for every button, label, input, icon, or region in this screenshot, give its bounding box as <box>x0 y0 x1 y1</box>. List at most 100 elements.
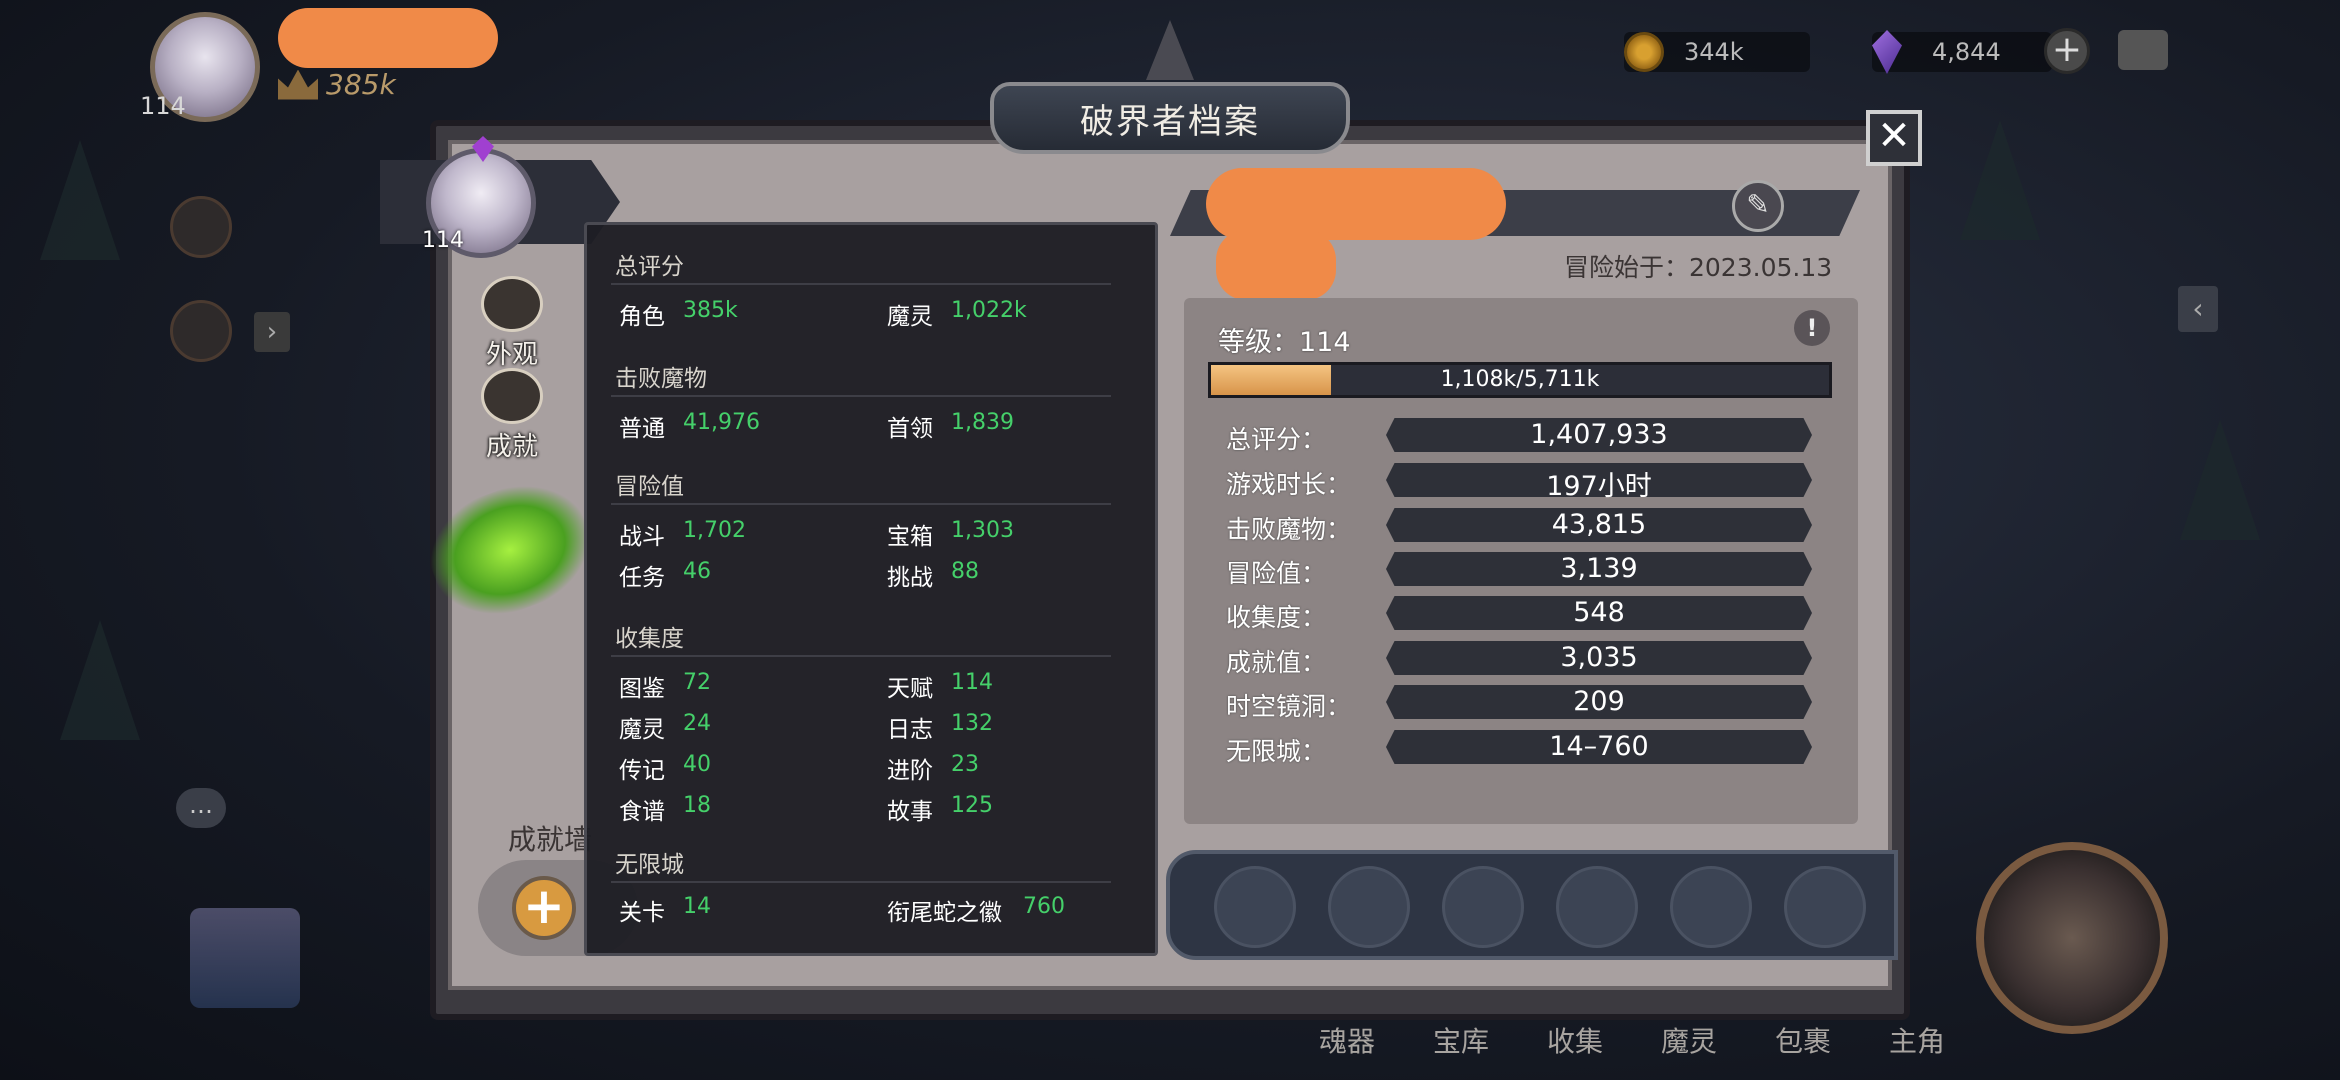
stat-row-value: 43,815 <box>1551 509 1647 540</box>
stat-row-label: 成就值： <box>1226 648 1327 677</box>
section-title: 击败魔物 <box>615 366 707 392</box>
stat-row-value: 3,139 <box>1560 553 1638 584</box>
gem-resource: 4,844 <box>1872 30 2052 74</box>
stat-label: 宝箱 <box>887 524 933 550</box>
player-level: 114 <box>140 92 186 120</box>
stat-label: 角色 <box>619 304 665 330</box>
compass-icon[interactable] <box>1976 842 2168 1034</box>
tab-appearance[interactable]: 外观 <box>472 276 552 371</box>
nav-hero[interactable]: 主角 <box>1860 1020 1974 1060</box>
edit-quill-icon[interactable]: ✎ <box>1732 180 1784 232</box>
stat-label: 魔灵 <box>887 304 933 330</box>
stat-row-value: 209 <box>1573 686 1625 717</box>
add-gems-button[interactable]: + <box>2044 28 2090 74</box>
nav-spirits[interactable]: 魔灵 <box>1632 1020 1746 1060</box>
gem-icon <box>1872 30 1902 74</box>
stat-value: 1,022k <box>951 298 1027 323</box>
gem-amount: 4,844 <box>1932 38 2001 66</box>
stat-value: 385k <box>683 298 738 323</box>
section-title: 收集度 <box>615 626 684 652</box>
stat-label: 普通 <box>619 416 665 442</box>
stat-label: 日志 <box>887 717 933 743</box>
background-tree <box>60 620 140 740</box>
treasure-chest-icon[interactable] <box>190 908 300 1008</box>
stat-value: 1,702 <box>683 518 746 543</box>
crown-icon <box>278 69 318 100</box>
stat-label: 关卡 <box>619 900 665 926</box>
chat-icon[interactable]: … <box>176 788 226 828</box>
section-title: 无限城 <box>615 852 684 878</box>
section-divider <box>611 395 1111 397</box>
background-tree <box>40 140 120 260</box>
player-power-value: 385k <box>326 68 396 101</box>
section-divider <box>611 881 1111 883</box>
background-tree <box>2180 420 2260 540</box>
stat-row-label: 冒险值： <box>1226 559 1327 588</box>
section-divider <box>611 283 1111 285</box>
stat-row-label: 时空镜洞： <box>1226 692 1352 721</box>
stat-value: 41,976 <box>683 410 760 435</box>
stat-label: 挑战 <box>887 565 933 591</box>
section-title: 冒险值 <box>615 474 684 500</box>
stat-value: 88 <box>951 559 979 584</box>
scroll-map-icon[interactable] <box>170 300 232 362</box>
gold-resource: 344k <box>1624 32 1810 72</box>
stat-label: 故事 <box>887 799 933 825</box>
close-button[interactable]: ✕ <box>1866 110 1922 166</box>
redacted-player-name <box>278 8 498 68</box>
expand-menu-arrow[interactable]: › <box>254 312 290 352</box>
stat-value: 1,303 <box>951 518 1014 543</box>
collapse-arrow[interactable]: ‹ <box>2178 286 2218 332</box>
stat-value: 14 <box>683 894 711 919</box>
stat-label: 食谱 <box>619 799 665 825</box>
stat-value: 24 <box>683 711 711 736</box>
dragon-badge-icon[interactable] <box>1442 866 1524 948</box>
stat-row-value: 197小时 <box>1546 471 1652 502</box>
appearance-icon <box>481 276 543 332</box>
panel-title: 破界者档案 <box>1080 101 1260 142</box>
stat-label: 图鉴 <box>619 676 665 702</box>
stat-value: 23 <box>951 752 979 777</box>
stat-value: 125 <box>951 793 993 818</box>
stat-row-value: 1,407,933 <box>1530 419 1668 450</box>
stat-label: 天赋 <box>887 676 933 702</box>
dragon-badge-icon[interactable] <box>1556 866 1638 948</box>
torch-icon[interactable] <box>170 196 232 258</box>
info-exclamation-icon[interactable]: ! <box>1794 310 1830 346</box>
dragon-badge-icon[interactable] <box>1214 866 1296 948</box>
redacted-character-name <box>1216 230 1336 300</box>
dragon-badge-icon[interactable] <box>1328 866 1410 948</box>
section-title: 总评分 <box>615 254 684 280</box>
stat-value: 114 <box>951 670 993 695</box>
dragon-badge-icon[interactable] <box>1784 866 1866 948</box>
stat-row-label: 无限城： <box>1226 737 1327 766</box>
gold-amount: 344k <box>1684 38 1744 66</box>
mail-icon[interactable] <box>2118 30 2168 70</box>
tab-achievements-label: 成就 <box>485 432 538 462</box>
stat-value: 760 <box>1023 894 1065 919</box>
title-crest <box>1146 20 1194 80</box>
stat-label: 进阶 <box>887 758 933 784</box>
nav-collection[interactable]: 收集 <box>1518 1020 1632 1060</box>
stat-label: 魔灵 <box>619 717 665 743</box>
background-tree <box>1960 120 2040 240</box>
stat-label: 衔尾蛇之徽 <box>887 900 1002 926</box>
tab-appearance-label: 外观 <box>485 340 538 370</box>
section-divider <box>611 655 1111 657</box>
stat-value: 72 <box>683 670 711 695</box>
add-achievement-button[interactable]: + <box>512 876 576 940</box>
trophy-icon <box>481 368 543 424</box>
dragon-badge-icon[interactable] <box>1670 866 1752 948</box>
player-power: 385k <box>278 68 396 101</box>
stat-value: 1,839 <box>951 410 1014 435</box>
stat-value: 46 <box>683 559 711 584</box>
bottom-nav: 魂器 宝库 收集 魔灵 包裹 主角 <box>1290 1020 1974 1060</box>
stat-row-value: 548 <box>1573 597 1625 628</box>
tab-achievements[interactable]: 成就 <box>472 368 552 463</box>
nav-soul-weapon[interactable]: 魂器 <box>1290 1020 1404 1060</box>
section-divider <box>611 503 1111 505</box>
nav-treasury[interactable]: 宝库 <box>1404 1020 1518 1060</box>
stat-value: 40 <box>683 752 711 777</box>
stat-value: 18 <box>683 793 711 818</box>
nav-bag[interactable]: 包裹 <box>1746 1020 1860 1060</box>
